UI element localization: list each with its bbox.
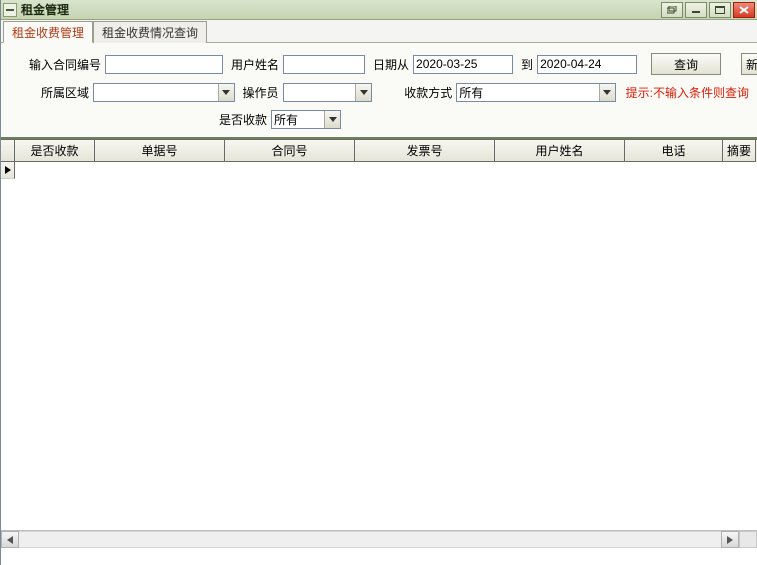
collected-select[interactable]: 所有 [271, 110, 341, 129]
column-header[interactable]: 是否收款 [15, 140, 95, 162]
user-name-input[interactable] [283, 55, 365, 74]
column-header[interactable]: 合同号 [225, 140, 355, 162]
date-from-input[interactable] [413, 55, 513, 74]
user-name-label: 用户姓名 [231, 56, 279, 73]
filter-panel: 输入合同编号 用户姓名 日期从 到 查询 新 所属区域 操作员 收款方式 [1, 43, 757, 139]
triangle-right-icon [727, 536, 733, 544]
grid-header: 是否收款单据号合同号发票号用户姓名电话摘要 [1, 140, 757, 162]
collected-label: 是否收款 [219, 111, 267, 128]
scroll-track[interactable] [19, 531, 721, 548]
pay-method-select[interactable]: 所有 [456, 83, 615, 102]
horizontal-scrollbar[interactable] [1, 530, 757, 548]
date-from-label: 日期从 [373, 56, 409, 73]
size-grip[interactable] [739, 531, 757, 548]
column-header[interactable]: 用户姓名 [495, 140, 625, 162]
region-label: 所属区域 [41, 84, 89, 101]
operator-select[interactable] [283, 83, 373, 102]
column-header[interactable]: 单据号 [95, 140, 225, 162]
date-to-input[interactable] [537, 55, 637, 74]
system-menu-icon[interactable] [3, 3, 17, 17]
tab-label: 租金收费管理 [12, 24, 84, 41]
row-pointer-icon [5, 166, 11, 174]
contract-no-label: 输入合同编号 [29, 56, 101, 73]
region-select[interactable] [93, 83, 234, 102]
operator-label: 操作员 [243, 84, 279, 101]
query-button[interactable]: 查询 [651, 53, 721, 75]
current-row-marker[interactable] [1, 162, 15, 179]
close-button[interactable] [733, 2, 755, 18]
window-title: 租金管理 [21, 1, 69, 18]
scroll-left-button[interactable] [1, 531, 19, 548]
filter-hint: 提示:不输入条件则查询 [626, 84, 749, 101]
restore-icon [667, 6, 677, 14]
chevron-down-icon [324, 111, 340, 128]
chevron-down-icon [599, 84, 615, 101]
chevron-down-icon [218, 84, 234, 101]
data-grid: 是否收款单据号合同号发票号用户姓名电话摘要 [1, 139, 757, 530]
triangle-left-icon [7, 536, 13, 544]
contract-no-input[interactable] [105, 55, 223, 74]
tab-strip: 租金收费管理 租金收费情况查询 [1, 20, 757, 43]
minimize-button[interactable] [685, 2, 707, 18]
column-header[interactable]: 电话 [625, 140, 723, 162]
maximize-icon [715, 6, 725, 14]
chevron-down-icon [355, 84, 371, 101]
maximize-button[interactable] [709, 2, 731, 18]
tab-rent-charge-manage[interactable]: 租金收费管理 [3, 21, 93, 43]
pay-method-label: 收款方式 [404, 84, 452, 101]
tab-rent-charge-query[interactable]: 租金收费情况查询 [93, 21, 207, 43]
title-bar: 租金管理 [1, 0, 757, 20]
app-window: 租金管理 租金收费管理 租金收费情况查询 输入合同编号 用户姓名 日期从 到 [0, 0, 757, 565]
restore-down-button[interactable] [661, 2, 683, 18]
column-header[interactable]: 摘要 [723, 140, 756, 162]
grid-body[interactable] [1, 162, 757, 530]
tab-label: 租金收费情况查询 [102, 24, 198, 41]
date-to-label: 到 [521, 56, 533, 73]
scroll-right-button[interactable] [721, 531, 739, 548]
row-selector-header[interactable] [1, 140, 15, 162]
column-header[interactable]: 发票号 [355, 140, 495, 162]
close-icon [739, 6, 749, 14]
minimize-icon [691, 6, 701, 14]
new-button[interactable]: 新 [741, 53, 757, 75]
